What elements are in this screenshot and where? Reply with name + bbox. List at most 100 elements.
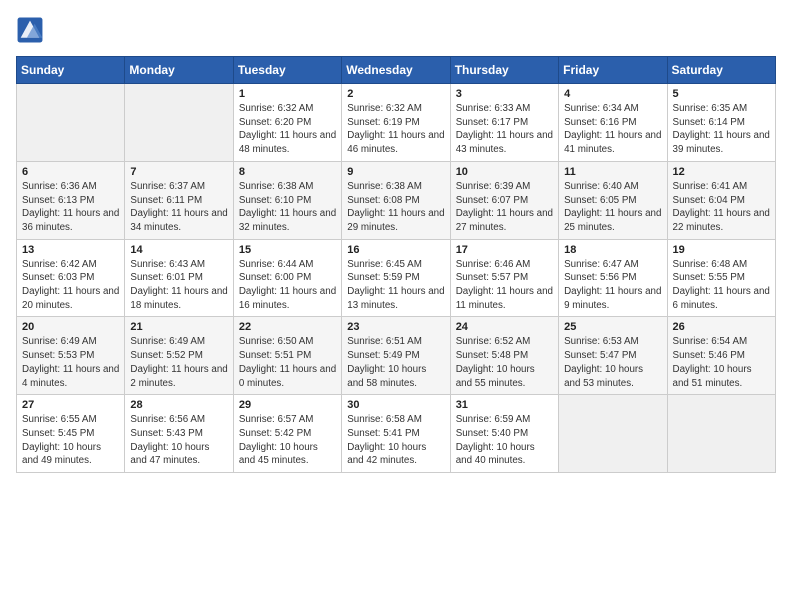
day-info: Sunrise: 6:58 AMSunset: 5:41 PMDaylight:… (347, 413, 444, 468)
calendar-cell: 5 Sunrise: 6:35 AMSunset: 6:14 PMDaylight… (667, 84, 775, 162)
calendar-week-row: 20 Sunrise: 6:49 AMSunset: 5:53 PMDayligh… (17, 317, 776, 395)
calendar-cell: 16 Sunrise: 6:45 AMSunset: 5:59 PMDayligh… (342, 239, 450, 317)
day-number: 12 (673, 166, 770, 178)
calendar-cell: 28 Sunrise: 6:56 AMSunset: 5:43 PMDayligh… (125, 395, 233, 473)
calendar-table: SundayMondayTuesdayWednesdayThursdayFrid… (16, 56, 776, 473)
calendar-cell: 30 Sunrise: 6:58 AMSunset: 5:41 PMDayligh… (342, 395, 450, 473)
day-number: 9 (347, 166, 444, 178)
calendar-cell: 19 Sunrise: 6:48 AMSunset: 5:55 PMDayligh… (667, 239, 775, 317)
calendar-cell: 10 Sunrise: 6:39 AMSunset: 6:07 PMDayligh… (450, 161, 558, 239)
day-number: 4 (564, 88, 661, 100)
day-info: Sunrise: 6:48 AMSunset: 5:55 PMDaylight:… (673, 258, 770, 313)
day-info: Sunrise: 6:54 AMSunset: 5:46 PMDaylight:… (673, 335, 770, 390)
calendar-cell: 21 Sunrise: 6:49 AMSunset: 5:52 PMDayligh… (125, 317, 233, 395)
day-number: 28 (130, 399, 227, 411)
day-number: 17 (456, 244, 553, 256)
calendar-week-row: 27Sunrise: 6:55 AMSunset: 5:45 PMDayligh… (17, 395, 776, 473)
day-number: 7 (130, 166, 227, 178)
day-info: Sunrise: 6:38 AMSunset: 6:08 PMDaylight:… (347, 180, 444, 235)
day-number: 31 (456, 399, 553, 411)
day-info: Sunrise: 6:57 AMSunset: 5:42 PMDaylight:… (239, 413, 336, 468)
day-info: Sunrise: 6:41 AMSunset: 6:04 PMDaylight:… (673, 180, 770, 235)
calendar-cell: 13Sunrise: 6:42 AMSunset: 6:03 PMDayligh… (17, 239, 125, 317)
day-info: Sunrise: 6:40 AMSunset: 6:05 PMDaylight:… (564, 180, 661, 235)
calendar-cell (125, 84, 233, 162)
calendar-cell: 25Sunrise: 6:53 AMSunset: 5:47 PMDayligh… (559, 317, 667, 395)
day-info: Sunrise: 6:59 AMSunset: 5:40 PMDaylight:… (456, 413, 553, 468)
day-info: Sunrise: 6:49 AMSunset: 5:52 PMDaylight:… (130, 335, 227, 390)
day-number: 19 (673, 244, 770, 256)
day-info: Sunrise: 6:32 AMSunset: 6:20 PMDaylight:… (239, 102, 336, 157)
day-number: 5 (673, 88, 770, 100)
day-number: 18 (564, 244, 661, 256)
day-number: 26 (673, 321, 770, 333)
calendar-cell: 4 Sunrise: 6:34 AMSunset: 6:16 PMDaylight… (559, 84, 667, 162)
day-info: Sunrise: 6:38 AMSunset: 6:10 PMDaylight:… (239, 180, 336, 235)
calendar-cell: 18 Sunrise: 6:47 AMSunset: 5:56 PMDayligh… (559, 239, 667, 317)
day-number: 11 (564, 166, 661, 178)
day-number: 10 (456, 166, 553, 178)
day-number: 24 (456, 321, 553, 333)
day-number: 16 (347, 244, 444, 256)
weekday-header-row: SundayMondayTuesdayWednesdayThursdayFrid… (17, 57, 776, 84)
logo (16, 16, 48, 44)
calendar-cell: 6 Sunrise: 6:36 AMSunset: 6:13 PMDaylight… (17, 161, 125, 239)
calendar-cell: 29 Sunrise: 6:57 AMSunset: 5:42 PMDayligh… (233, 395, 341, 473)
calendar-cell: 26 Sunrise: 6:54 AMSunset: 5:46 PMDayligh… (667, 317, 775, 395)
calendar-cell: 2Sunrise: 6:32 AMSunset: 6:19 PMDaylight… (342, 84, 450, 162)
calendar-cell: 9 Sunrise: 6:38 AMSunset: 6:08 PMDaylight… (342, 161, 450, 239)
day-number: 29 (239, 399, 336, 411)
day-info: Sunrise: 6:56 AMSunset: 5:43 PMDaylight:… (130, 413, 227, 468)
weekday-header: Wednesday (342, 57, 450, 84)
day-info: Sunrise: 6:51 AMSunset: 5:49 PMDaylight:… (347, 335, 444, 390)
calendar-cell: 31 Sunrise: 6:59 AMSunset: 5:40 PMDayligh… (450, 395, 558, 473)
day-number: 20 (22, 321, 119, 333)
calendar-cell (559, 395, 667, 473)
weekday-header: Thursday (450, 57, 558, 84)
day-number: 13 (22, 244, 119, 256)
day-info: Sunrise: 6:45 AMSunset: 5:59 PMDaylight:… (347, 258, 444, 313)
calendar-cell: 15Sunrise: 6:44 AMSunset: 6:00 PMDayligh… (233, 239, 341, 317)
calendar-week-row: 6 Sunrise: 6:36 AMSunset: 6:13 PMDaylight… (17, 161, 776, 239)
calendar-cell: 23 Sunrise: 6:51 AMSunset: 5:49 PMDayligh… (342, 317, 450, 395)
calendar-cell: 12 Sunrise: 6:41 AMSunset: 6:04 PMDayligh… (667, 161, 775, 239)
day-info: Sunrise: 6:39 AMSunset: 6:07 PMDaylight:… (456, 180, 553, 235)
calendar-cell (17, 84, 125, 162)
day-info: Sunrise: 6:52 AMSunset: 5:48 PMDaylight:… (456, 335, 553, 390)
logo-icon (16, 16, 44, 44)
day-info: Sunrise: 6:32 AMSunset: 6:19 PMDaylight:… (347, 102, 444, 157)
weekday-header: Monday (125, 57, 233, 84)
calendar-cell: 14 Sunrise: 6:43 AMSunset: 6:01 PMDayligh… (125, 239, 233, 317)
calendar-cell: 3Sunrise: 6:33 AMSunset: 6:17 PMDaylight… (450, 84, 558, 162)
day-info: Sunrise: 6:49 AMSunset: 5:53 PMDaylight:… (22, 335, 119, 390)
day-info: Sunrise: 6:47 AMSunset: 5:56 PMDaylight:… (564, 258, 661, 313)
weekday-header: Sunday (17, 57, 125, 84)
weekday-header: Friday (559, 57, 667, 84)
calendar-cell: 22 Sunrise: 6:50 AMSunset: 5:51 PMDayligh… (233, 317, 341, 395)
calendar-cell: 1Sunrise: 6:32 AMSunset: 6:20 PMDaylight… (233, 84, 341, 162)
calendar-cell: 8 Sunrise: 6:38 AMSunset: 6:10 PMDaylight… (233, 161, 341, 239)
day-number: 21 (130, 321, 227, 333)
day-info: Sunrise: 6:44 AMSunset: 6:00 PMDaylight:… (239, 258, 336, 313)
day-info: Sunrise: 6:50 AMSunset: 5:51 PMDaylight:… (239, 335, 336, 390)
calendar-week-row: 1Sunrise: 6:32 AMSunset: 6:20 PMDaylight… (17, 84, 776, 162)
day-number: 23 (347, 321, 444, 333)
day-info: Sunrise: 6:43 AMSunset: 6:01 PMDaylight:… (130, 258, 227, 313)
day-info: Sunrise: 6:55 AMSunset: 5:45 PMDaylight:… (22, 413, 119, 468)
day-number: 25 (564, 321, 661, 333)
calendar-cell: 20 Sunrise: 6:49 AMSunset: 5:53 PMDayligh… (17, 317, 125, 395)
calendar-cell: 24 Sunrise: 6:52 AMSunset: 5:48 PMDayligh… (450, 317, 558, 395)
day-info: Sunrise: 6:33 AMSunset: 6:17 PMDaylight:… (456, 102, 553, 157)
day-number: 8 (239, 166, 336, 178)
day-info: Sunrise: 6:34 AMSunset: 6:16 PMDaylight:… (564, 102, 661, 157)
weekday-header: Saturday (667, 57, 775, 84)
day-info: Sunrise: 6:35 AMSunset: 6:14 PMDaylight:… (673, 102, 770, 157)
day-number: 6 (22, 166, 119, 178)
calendar-cell: 27Sunrise: 6:55 AMSunset: 5:45 PMDayligh… (17, 395, 125, 473)
day-number: 30 (347, 399, 444, 411)
day-number: 14 (130, 244, 227, 256)
day-number: 22 (239, 321, 336, 333)
day-info: Sunrise: 6:36 AMSunset: 6:13 PMDaylight:… (22, 180, 119, 235)
page-header (16, 16, 776, 44)
calendar-cell (667, 395, 775, 473)
